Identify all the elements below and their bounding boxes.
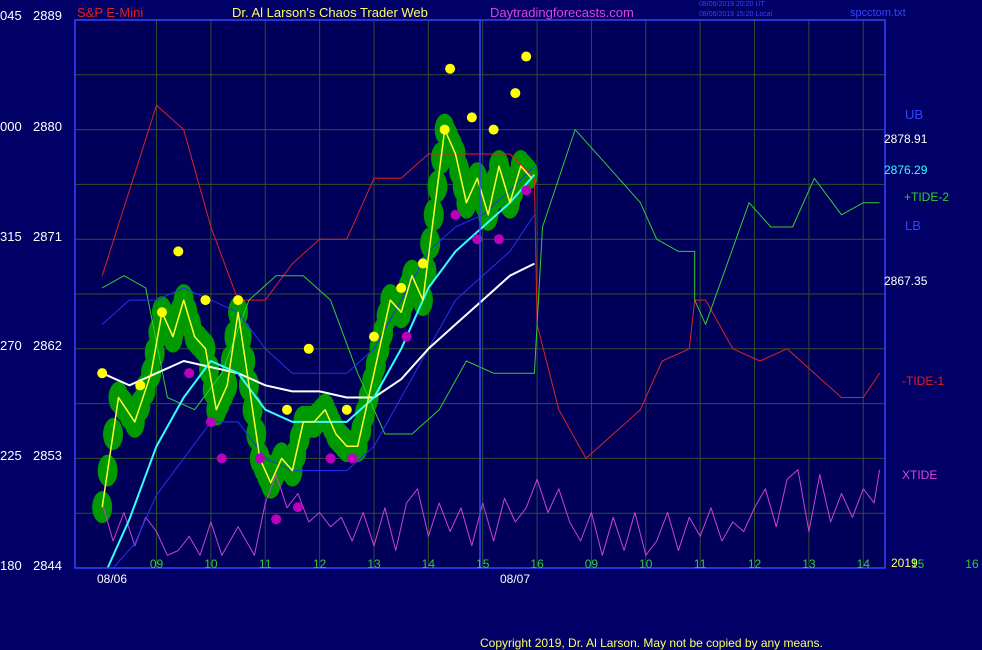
low-marker: [325, 453, 336, 464]
low-marker: [401, 331, 412, 342]
high-marker: [521, 51, 532, 62]
date-label: 08/06: [97, 572, 128, 586]
high-marker: [135, 380, 146, 391]
high-marker: [396, 282, 407, 293]
x-tick-label: 12: [748, 557, 762, 571]
y-left-tick: 000: [0, 119, 22, 134]
y-price-tick: 2871: [33, 229, 62, 244]
x-tick-label: 11: [259, 557, 272, 571]
y-left-tick: 180: [0, 558, 22, 573]
y-left-tick: 270: [0, 338, 22, 353]
tide-plus-label: +TIDE-2: [904, 190, 950, 204]
x-tick-label: 15: [476, 557, 490, 571]
high-marker: [200, 295, 211, 306]
x-tick-label: 13: [367, 557, 381, 571]
price-bubble: [92, 491, 113, 524]
x-tick-label: 12: [313, 557, 327, 571]
local-timestamp: 08/06/2019 15:20 Local: [699, 11, 773, 18]
x-tick-label: 11: [694, 557, 707, 571]
lb-label: LB: [905, 218, 921, 233]
instrument-name: S&P E-Mini: [77, 5, 144, 20]
y-price-tick: 2853: [33, 448, 62, 463]
year-label: 2019: [891, 556, 918, 570]
high-marker: [303, 343, 314, 354]
x-tick-label: 10: [204, 557, 218, 571]
low-marker: [347, 453, 358, 464]
xtide-label: XTIDE: [902, 468, 938, 482]
low-marker: [216, 453, 227, 464]
lb-value: 2867.35: [884, 274, 928, 288]
chart-svg: 09 10 11 12 13 14 15 16 09 10 11 12 13 14 15 16: [0, 0, 982, 650]
data-file-name: spcctom.txt: [850, 7, 906, 19]
y-price-tick: 2844: [33, 558, 62, 573]
chart-title: Dr. Al Larson's Chaos Trader Web: [232, 5, 428, 20]
high-marker: [282, 404, 293, 415]
x-tick-label: 09: [585, 557, 599, 571]
x-tick-label: 13: [802, 557, 816, 571]
site-link[interactable]: Daytradingforecasts.com: [490, 6, 634, 20]
y-left-tick: 045: [0, 8, 22, 23]
ma-value: 2876.29: [884, 163, 928, 177]
y-left-tick: 315: [0, 229, 22, 244]
high-marker: [445, 63, 456, 74]
high-marker: [510, 88, 521, 99]
high-marker: [233, 295, 244, 306]
low-marker: [271, 514, 282, 525]
ut-timestamp: 08/06/2019 20:20 UT: [699, 1, 765, 8]
high-marker: [488, 124, 499, 135]
low-marker: [205, 416, 216, 427]
high-marker: [341, 404, 352, 415]
y-price-tick: 2880: [33, 119, 62, 134]
ub-label: UB: [905, 107, 924, 122]
low-marker: [292, 502, 303, 513]
low-marker: [494, 234, 505, 245]
high-marker: [368, 331, 379, 342]
x-tick-label: 14: [422, 557, 436, 571]
y-price-tick: 2889: [33, 8, 62, 23]
x-tick-label: 14: [857, 557, 871, 571]
high-marker: [417, 258, 428, 269]
date-label: 08/07: [500, 572, 531, 586]
high-marker: [156, 307, 167, 318]
x-tick-label: 16: [530, 557, 544, 571]
ub-value: 2878.91: [884, 132, 928, 146]
low-marker: [184, 368, 195, 379]
low-marker: [472, 234, 483, 245]
low-marker: [521, 185, 532, 196]
x-tick-label: 16: [965, 557, 979, 571]
high-marker: [97, 368, 108, 379]
y-price-tick: 2862: [33, 338, 62, 353]
high-marker: [439, 124, 450, 135]
copyright-notice: Copyright 2019, Dr. Al Larson. May not b…: [480, 636, 823, 650]
high-marker: [173, 246, 184, 257]
tide-minus-label: -TIDE-1: [902, 374, 944, 388]
low-marker: [254, 453, 265, 464]
x-tick-label: 10: [639, 557, 653, 571]
low-marker: [450, 209, 461, 220]
high-marker: [466, 112, 477, 123]
x-tick-label: 09: [150, 557, 164, 571]
y-left-tick: 225: [0, 448, 22, 463]
